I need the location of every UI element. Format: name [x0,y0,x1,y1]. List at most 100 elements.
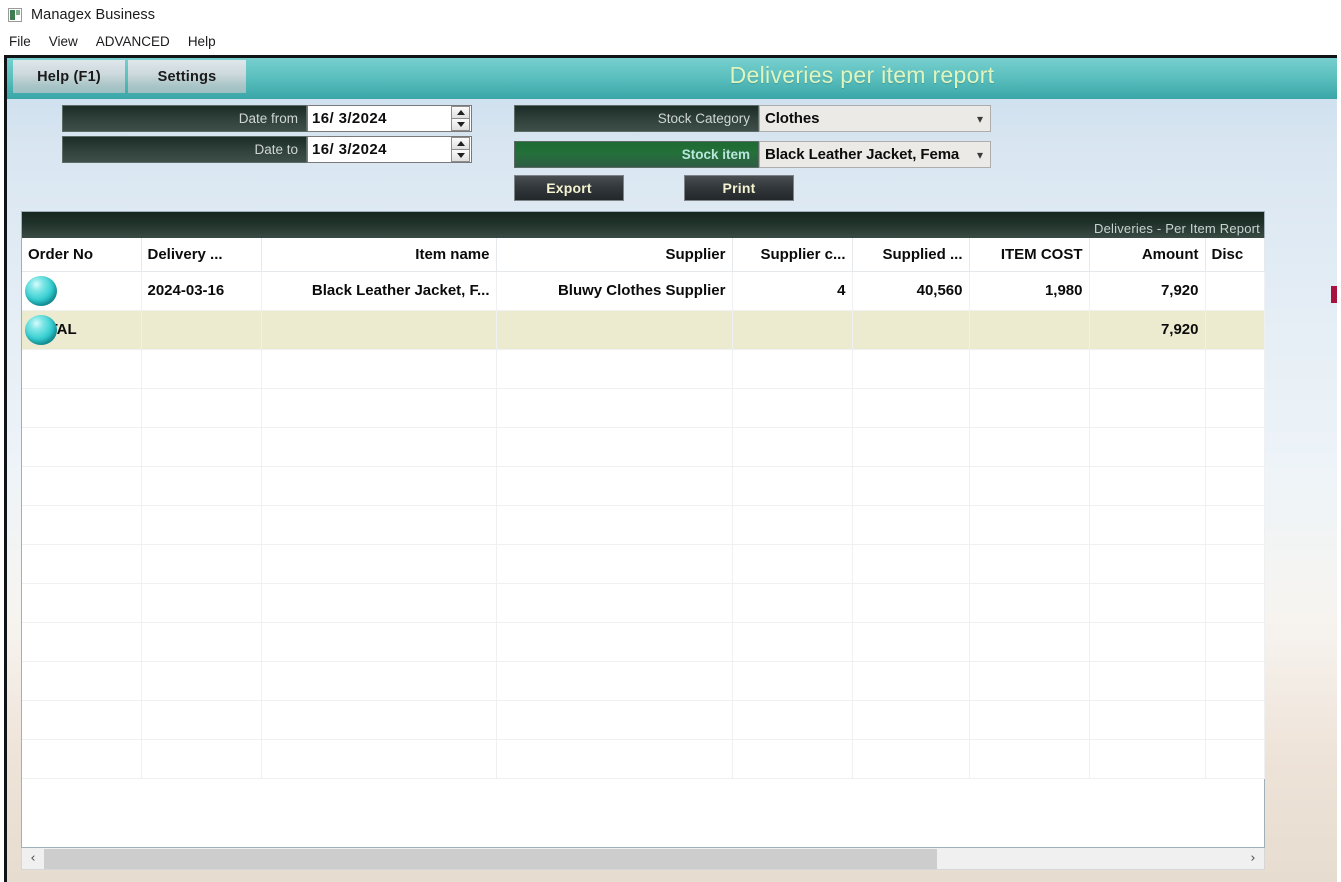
table-total-row[interactable]: TOTAL7,920 [22,310,1264,349]
column-header-item-name[interactable]: Item name [261,238,496,271]
table-empty-row[interactable] [22,622,1264,661]
cell-amount: 7,920 [1089,271,1205,310]
cell-item-name: Black Leather Jacket, F... [261,271,496,310]
cell-empty [141,661,261,700]
table-empty-row[interactable] [22,583,1264,622]
column-header-supplied[interactable]: Supplied ... [852,238,969,271]
cell-empty [261,622,496,661]
menu-item-view[interactable]: View [49,33,87,50]
grid-banner-text: Deliveries - Per Item Report [1094,221,1260,236]
cell-empty [1089,583,1205,622]
tab-help[interactable]: Help (F1) [13,60,125,93]
menu-bar: File View ADVANCED Help [0,30,1341,53]
cell-item-cost: 1,980 [969,271,1089,310]
column-header-item-cost[interactable]: ITEM COST [969,238,1089,271]
date-to-spinner[interactable] [451,137,470,162]
cell-empty [852,700,969,739]
cell-empty [852,349,969,388]
app-icon [8,8,22,22]
date-from-spinner-up[interactable] [451,106,470,119]
cell-empty [496,427,732,466]
cell-empty [969,466,1089,505]
tab-settings[interactable]: Settings [128,60,246,93]
cell-empty [1089,466,1205,505]
table-empty-row[interactable] [22,739,1264,778]
table-row[interactable]: 102024-03-16Black Leather Jacket, F...Bl… [22,271,1264,310]
chevron-down-icon: ▾ [970,149,990,161]
cell-empty [496,544,732,583]
cell-empty [261,388,496,427]
cell-empty [141,583,261,622]
date-to-input[interactable]: 16/ 3/2024 [307,136,472,163]
stock-item-select[interactable]: Black Leather Jacket, Fema ▾ [759,141,991,168]
cell-empty [1205,427,1264,466]
cell-empty [732,661,852,700]
cell-empty [1205,388,1264,427]
field-date-from: Date from 16/ 3/2024 [62,105,472,132]
cell-empty [22,427,141,466]
cell-empty [852,739,969,778]
table-empty-row[interactable] [22,427,1264,466]
cell-empty [261,466,496,505]
print-button[interactable]: Print [684,175,794,201]
column-header-amount[interactable]: Amount [1089,238,1205,271]
cell-empty [852,622,969,661]
title-bar: Managex Business [0,0,1341,30]
date-from-spinner[interactable] [451,106,470,131]
stock-category-select[interactable]: Clothes ▾ [759,105,991,132]
cell-empty [852,661,969,700]
report-grid: Deliveries - Per Item Report Order No De… [21,211,1265,848]
menu-item-help[interactable]: Help [188,33,225,50]
cell-empty [969,583,1089,622]
date-from-spinner-down[interactable] [451,119,470,131]
column-header-delivery[interactable]: Delivery ... [141,238,261,271]
cell-empty [969,388,1089,427]
scroll-right-icon[interactable]: › [1242,849,1264,869]
cell-empty [732,739,852,778]
export-button[interactable]: Export [514,175,624,201]
scrollbar-track[interactable] [44,849,1242,869]
date-to-spinner-down[interactable] [451,150,470,162]
cell-empty [732,427,852,466]
cell-empty [261,505,496,544]
cell-empty [261,544,496,583]
table-empty-row[interactable] [22,466,1264,505]
horizontal-scrollbar[interactable]: ‹ › [21,848,1265,870]
date-to-spinner-up[interactable] [451,137,470,150]
menu-item-advanced[interactable]: ADVANCED [96,33,179,50]
cell-empty [141,739,261,778]
cell-empty [852,583,969,622]
table-empty-row[interactable] [22,349,1264,388]
cell-empty [141,544,261,583]
table-empty-row[interactable] [22,388,1264,427]
column-header-disc[interactable]: Disc [1205,238,1264,271]
cell-empty [141,349,261,388]
column-header-order-no[interactable]: Order No [22,238,141,271]
column-header-supplier[interactable]: Supplier [496,238,732,271]
date-from-input[interactable]: 16/ 3/2024 [307,105,472,132]
cell-empty [1205,739,1264,778]
cell-empty [1089,505,1205,544]
cell-empty [969,622,1089,661]
table-empty-row[interactable] [22,661,1264,700]
scroll-left-icon[interactable]: ‹ [22,849,44,869]
application-window: Managex Business File View ADVANCED Help… [0,0,1341,882]
cell-empty [1205,349,1264,388]
cell-empty [496,505,732,544]
table-empty-row[interactable] [22,505,1264,544]
date-to-label: Date to [62,136,307,163]
cell-empty [496,700,732,739]
cell-empty [969,544,1089,583]
cell-supplied: 40,560 [852,271,969,310]
cell-empty [496,583,732,622]
cell-empty [141,427,261,466]
cell-empty [22,544,141,583]
table-empty-row[interactable] [22,544,1264,583]
menu-item-file[interactable]: File [9,33,40,50]
cell-empty [22,388,141,427]
cell-supplier: Bluwy Clothes Supplier [496,271,732,310]
table-empty-row[interactable] [22,700,1264,739]
column-header-supplier-c[interactable]: Supplier c... [732,238,852,271]
cell-empty [969,739,1089,778]
scrollbar-thumb[interactable] [44,849,937,869]
